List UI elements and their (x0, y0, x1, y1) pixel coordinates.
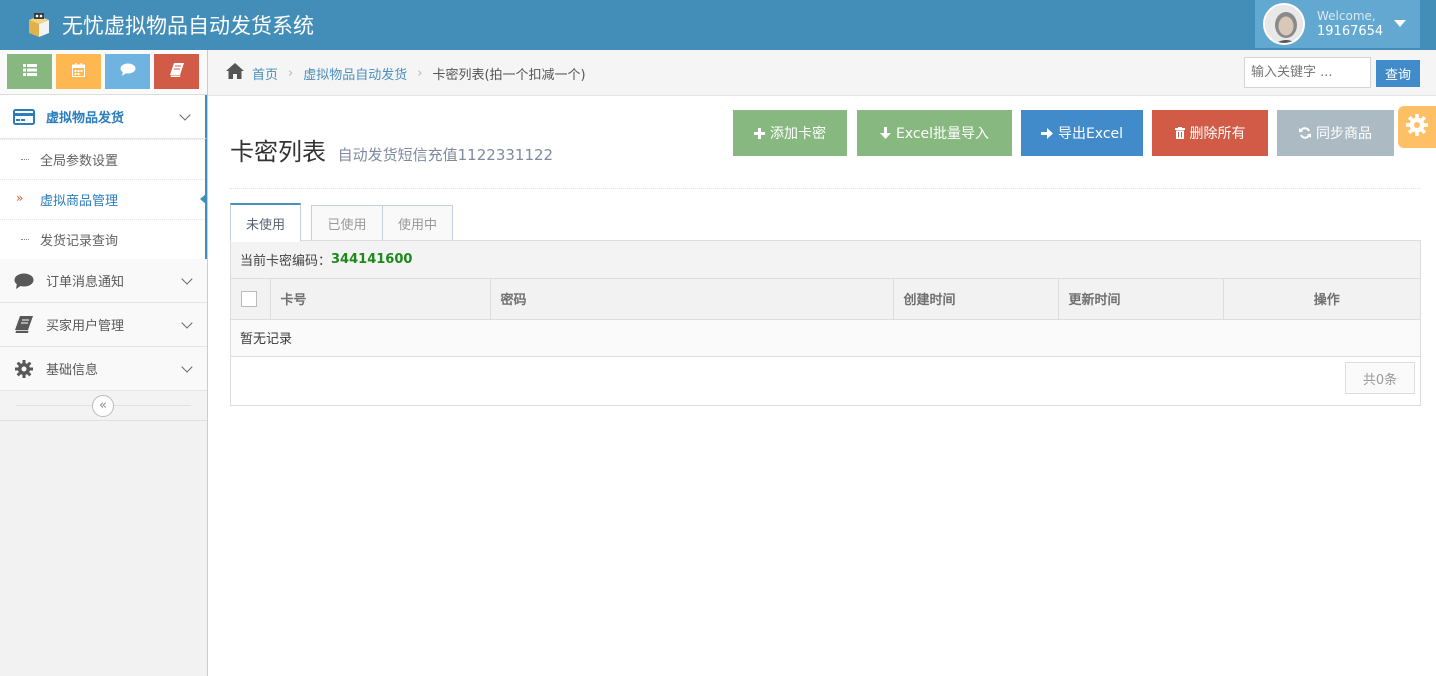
search-button[interactable]: 查询 (1376, 60, 1420, 87)
app-title: 无忧虚拟物品自动发货系统 (62, 14, 314, 38)
sidebar-subitem-label: 发货记录查询 (40, 234, 119, 249)
column-actions: 操作 (1223, 279, 1420, 320)
sidebar-item-label: 订单消息通知 (46, 275, 125, 290)
shortcut-comment-button[interactable] (105, 54, 150, 89)
shortcut-calendar-button[interactable] (56, 54, 101, 89)
sidebar-item-buyer-users[interactable]: 买家用户管理 (0, 303, 207, 347)
user-menu[interactable]: Welcome, 19167654 (1255, 0, 1420, 48)
trash-icon (1174, 127, 1185, 139)
breadcrumb-home-link[interactable]: 首页 (252, 64, 278, 83)
gear-icon (1406, 114, 1428, 140)
select-all-checkbox[interactable] (241, 290, 257, 307)
ace-settings-button[interactable] (1398, 106, 1436, 148)
chevron-down-icon (181, 273, 193, 285)
sidebar-item-label: 基础信息 (46, 363, 99, 378)
home-icon (226, 63, 244, 83)
sidebar: 虚拟物品发货 全局参数设置 » 虚拟商品管理 发货记录查询 订单消息通知 买家用… (0, 50, 208, 676)
shortcut-book-button[interactable] (154, 54, 199, 89)
sidebar-item-label: 虚拟物品发货 (46, 111, 125, 126)
credit-card-icon (12, 108, 36, 126)
box-logo-icon (26, 12, 52, 38)
column-password[interactable]: 密码 (490, 279, 894, 320)
sidebar-subitem-label: 全局参数设置 (40, 154, 119, 169)
arrow-right-icon (1040, 127, 1053, 139)
page-title-text: 卡密列表 (230, 138, 326, 166)
table-row: 暂无记录 (231, 319, 1420, 357)
card-code-bar: 当前卡密编码： 344141600 (231, 241, 1420, 279)
column-card-number[interactable]: 卡号 (270, 279, 491, 320)
sync-goods-button[interactable]: 同步商品 (1277, 110, 1394, 156)
arrow-down-icon (879, 127, 891, 139)
export-excel-label: 导出Excel (1057, 126, 1124, 142)
sidebar-submenu: 全局参数设置 » 虚拟商品管理 发货记录查询 (0, 139, 207, 259)
breadcrumb-auto-delivery-link[interactable]: 虚拟物品自动发货 (303, 64, 407, 83)
plus-icon (754, 127, 765, 139)
card-code-label: 当前卡密编码： (240, 254, 332, 269)
brand[interactable]: 无忧虚拟物品自动发货系统 (26, 8, 314, 42)
chevron-down-icon (181, 361, 193, 373)
page-header: 卡密列表 自动发货短信充值1122331122 添加卡密 Excel批量导入 导… (230, 108, 1420, 189)
sidebar-item-delivery-records[interactable]: 发货记录查询 (0, 219, 205, 259)
double-chevron-right-icon: » (16, 191, 24, 205)
chevron-down-icon (179, 109, 191, 121)
sidebar-item-global-settings[interactable]: 全局参数设置 (0, 139, 205, 179)
tab-in-use[interactable]: 使用中 (382, 205, 453, 241)
user-name: 19167654 (1317, 24, 1384, 39)
welcome-text: Welcome, (1317, 9, 1376, 23)
add-card-button[interactable]: 添加卡密 (733, 110, 847, 156)
select-all-column (231, 279, 271, 320)
refresh-icon (1299, 127, 1311, 139)
tab-used[interactable]: 已使用 (311, 205, 383, 241)
shortcut-list-button[interactable] (7, 54, 52, 89)
sidebar-item-virtual-delivery[interactable]: 虚拟物品发货 (0, 95, 207, 139)
breadcrumb-bar: 首页 › 虚拟物品自动发货 › 卡密列表(拍一个扣减一个) 查询 (208, 50, 1436, 96)
list-icon (22, 63, 37, 80)
card-code-value: 344141600 (331, 252, 413, 267)
export-excel-button[interactable]: 导出Excel (1021, 110, 1143, 156)
delete-all-label: 删除所有 (1189, 126, 1246, 142)
active-arrow-icon (200, 193, 207, 205)
sidebar-item-label: 买家用户管理 (46, 319, 125, 334)
gear-icon (12, 359, 36, 378)
excel-import-button[interactable]: Excel批量导入 (857, 110, 1012, 156)
breadcrumb: 首页 › 虚拟物品自动发货 › 卡密列表(拍一个扣减一个) (226, 63, 586, 83)
card-list-panel: 当前卡密编码： 344141600 卡号 密码 创建时间 更新时间 操作 暂无记… (230, 240, 1421, 406)
page-subtitle: 自动发货短信充值1122331122 (337, 146, 554, 164)
user-avatar (1263, 3, 1305, 45)
sidebar-collapse-bar: « (0, 391, 207, 421)
comment-icon (120, 63, 136, 80)
pagination-total: 共0条 (1345, 362, 1415, 394)
sidebar-item-basic-info[interactable]: 基础信息 (0, 347, 207, 391)
book-icon (12, 316, 36, 334)
add-card-label: 添加卡密 (770, 126, 826, 142)
book-icon (169, 62, 184, 81)
breadcrumb-separator-icon: › (288, 65, 294, 81)
column-created-time[interactable]: 创建时间 (893, 279, 1059, 320)
sync-goods-label: 同步商品 (1316, 126, 1372, 142)
sidebar-subitem-label: 虚拟商品管理 (40, 194, 119, 209)
chevron-down-icon (181, 317, 193, 329)
sidebar-item-order-notify[interactable]: 订单消息通知 (0, 259, 207, 303)
caret-down-icon[interactable] (1394, 20, 1406, 27)
sidebar-shortcuts (0, 50, 207, 95)
column-updated-time[interactable]: 更新时间 (1058, 279, 1224, 320)
table-header-row: 卡号 密码 创建时间 更新时间 操作 (231, 279, 1420, 320)
breadcrumb-separator-icon: › (417, 65, 423, 81)
tab-unused[interactable]: 未使用 (230, 203, 301, 242)
search-input[interactable] (1244, 57, 1371, 88)
delete-all-button[interactable]: 删除所有 (1152, 110, 1268, 156)
top-navbar: 无忧虚拟物品自动发货系统 Welcome, 19167654 (0, 0, 1436, 50)
comment-icon (12, 272, 36, 290)
breadcrumb-current: 卡密列表(拍一个扣减一个) (432, 67, 586, 83)
page-title: 卡密列表 自动发货短信充值1122331122 (230, 132, 553, 167)
empty-records-text: 暂无记录 (231, 319, 1420, 357)
sidebar-item-virtual-goods[interactable]: » 虚拟商品管理 (0, 179, 207, 219)
collapse-sidebar-button[interactable]: « (92, 395, 114, 417)
calendar-icon (72, 62, 85, 81)
excel-import-label: Excel批量导入 (895, 126, 990, 142)
card-table: 卡号 密码 创建时间 更新时间 操作 暂无记录 (231, 279, 1420, 357)
